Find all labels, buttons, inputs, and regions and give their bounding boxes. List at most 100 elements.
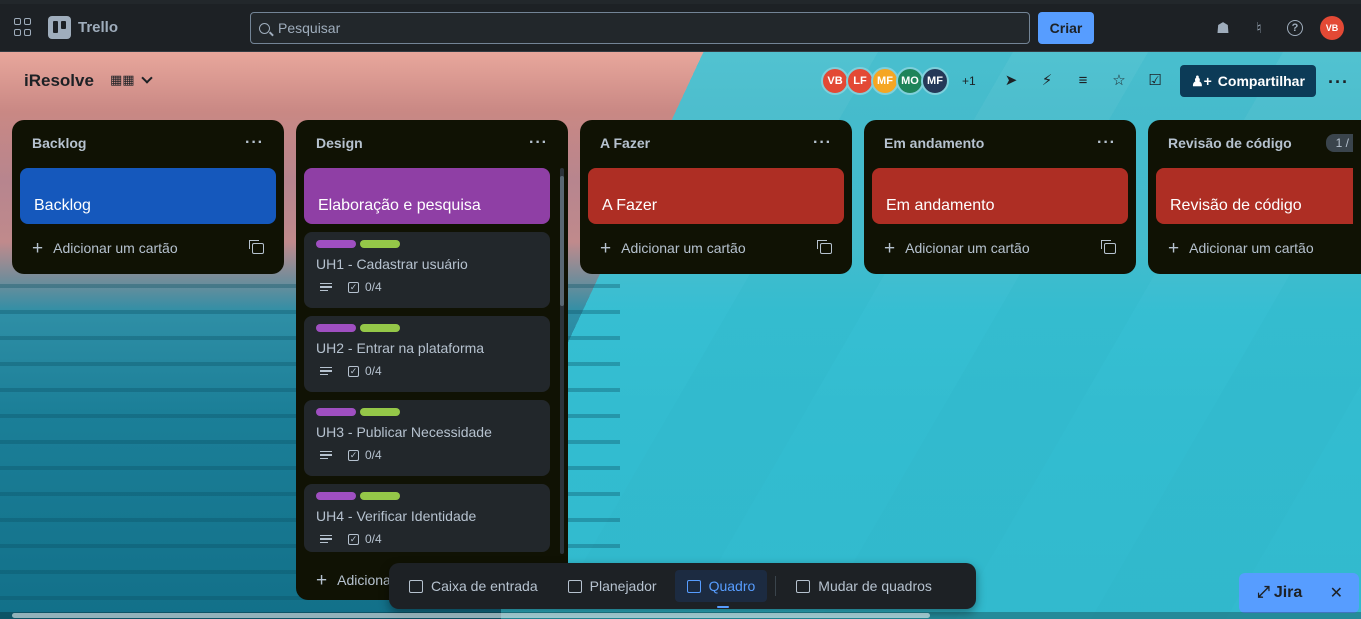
task-card[interactable]: UH3 - Publicar Necessidade ✓ 0/4 (304, 400, 550, 476)
board-header: iResolve ▦▦ VB LF MF MO MF +1 ➤ ⚡ ≡ ☆ ☑ … (0, 52, 1361, 108)
share-label: Compartilhar (1217, 73, 1305, 89)
member-avatar[interactable]: MF (921, 67, 949, 95)
checklist-icon: ✓ (348, 281, 359, 293)
board-members: VB LF MF MO MF (821, 67, 949, 95)
checklist-badge: ✓ 0/4 (348, 448, 382, 462)
label-purple[interactable] (316, 492, 356, 500)
filter-icon[interactable]: ≡ (1072, 69, 1094, 91)
plus-icon: + (32, 237, 44, 259)
board-tab[interactable]: Quadro (674, 570, 768, 608)
label-green[interactable] (360, 240, 400, 248)
close-icon[interactable]: ✕ (1330, 583, 1343, 603)
member-avatar[interactable]: MF (871, 67, 899, 95)
list-title[interactable]: Backlog (32, 135, 86, 151)
inbox-tab[interactable]: Caixa de entrada (397, 570, 550, 602)
board-view-switcher[interactable]: ▦▦ (110, 72, 153, 88)
add-card-row[interactable]: + Adicionar um cartão (872, 230, 1128, 266)
card-title: UH2 - Entrar na plataforma (316, 340, 485, 356)
inbox-icon (409, 579, 423, 593)
bell-icon[interactable]: ♮ (1248, 17, 1270, 39)
trello-logo-text: Trello (78, 19, 119, 36)
help-icon[interactable]: ? (1284, 17, 1306, 39)
megaphone-icon[interactable]: ☗ (1212, 17, 1234, 39)
more-members-count[interactable]: +1 (962, 74, 976, 88)
label-purple[interactable] (316, 324, 356, 332)
automation-icon[interactable]: ⚡ (1036, 69, 1058, 91)
list-menu-icon[interactable]: ··· (813, 134, 832, 152)
card-template-icon[interactable] (817, 239, 832, 254)
search-icon (259, 22, 270, 34)
search-input[interactable] (278, 20, 978, 36)
add-card-label: Adicionar um cartão (621, 240, 746, 256)
member-avatar[interactable]: MO (896, 67, 924, 95)
plus-icon: + (884, 237, 896, 259)
description-icon (320, 450, 332, 460)
add-card-row[interactable]: + Adicionar um cartão (1156, 230, 1353, 266)
label-green[interactable] (360, 408, 400, 416)
list-design: Design ··· Elaboração e pesquisa UH1 - C… (296, 120, 568, 600)
switch-boards-icon (796, 579, 811, 593)
label-purple[interactable] (316, 240, 356, 248)
label-green[interactable] (360, 492, 400, 500)
share-button[interactable]: ♟+ Compartilhar (1180, 65, 1316, 97)
task-card[interactable]: UH2 - Entrar na plataforma ✓ 0/4 (304, 316, 550, 392)
task-card[interactable]: UH4 - Verificar Identidade ✓ 0/4 (304, 484, 550, 552)
user-avatar[interactable]: VB (1320, 16, 1344, 40)
card-limit-badge: 1 / (1325, 134, 1353, 152)
description-icon (320, 366, 332, 376)
power-ups-icon[interactable]: ➤ (1000, 69, 1022, 91)
add-card-label: Adicionar um cartão (53, 240, 178, 256)
list-em-andamento: Em andamento ··· Em andamento + Adicionar… (864, 120, 1136, 274)
trello-logo-icon (48, 16, 71, 39)
planner-tab[interactable]: Planejador (556, 570, 669, 602)
card-template-icon[interactable] (249, 239, 264, 254)
member-avatar[interactable]: LF (846, 67, 874, 95)
card-title: UH3 - Publicar Necessidade (316, 424, 492, 440)
list-title[interactable]: Design (316, 135, 363, 151)
cover-card[interactable]: Elaboração e pesquisa (304, 168, 550, 224)
search-box[interactable] (250, 12, 1030, 44)
cover-card[interactable]: Revisão de código (1156, 168, 1353, 224)
card-title: UH4 - Verificar Identidade (316, 508, 477, 524)
card-title: UH1 - Cadastrar usuário (316, 256, 468, 272)
task-card[interactable]: UH1 - Cadastrar usuário ✓ 0/4 (304, 232, 550, 308)
list-revisao-de-codigo: Revisão de código 1 / Revisão de código … (1148, 120, 1361, 274)
lock-icon[interactable]: ☑ (1144, 69, 1166, 91)
checklist-icon: ✓ (348, 449, 359, 461)
add-card-row[interactable]: + Adicionar um cartão (588, 230, 844, 266)
plus-icon: + (1168, 237, 1180, 259)
list-menu-icon[interactable]: ··· (1097, 134, 1116, 152)
list-title[interactable]: Revisão de código (1168, 135, 1292, 151)
list-menu-icon[interactable]: ··· (529, 134, 548, 152)
board-horizontal-scrollbar-thumb[interactable] (12, 613, 930, 618)
card-template-icon[interactable] (1101, 239, 1116, 254)
checklist-badge: ✓ 0/4 (348, 280, 382, 294)
cover-card[interactable]: A Fazer (588, 168, 844, 224)
board-title[interactable]: iResolve (24, 71, 94, 91)
bottom-navigation: Caixa de entrada Planejador Quadro Mudar… (389, 563, 976, 609)
description-icon (320, 534, 332, 544)
list-title[interactable]: Em andamento (884, 135, 984, 151)
list-scrollbar-thumb[interactable] (560, 176, 564, 306)
create-button[interactable]: Criar (1038, 12, 1094, 44)
label-green[interactable] (360, 324, 400, 332)
app-switcher-icon[interactable] (14, 18, 32, 36)
switch-boards-tab[interactable]: Mudar de quadros (784, 570, 944, 602)
add-card-row[interactable]: + Adicionar um cartão (20, 230, 276, 266)
star-icon[interactable]: ☆ (1108, 69, 1130, 91)
list-title[interactable]: A Fazer (600, 135, 650, 151)
board-menu-icon[interactable]: ··· (1328, 72, 1349, 93)
jira-icon: ⤢ (1257, 584, 1270, 601)
member-avatar[interactable]: VB (821, 67, 849, 95)
jira-promo[interactable]: ⤢ Jira ✕ (1239, 573, 1359, 613)
cover-card[interactable]: Em andamento (872, 168, 1128, 224)
cover-card[interactable]: Backlog (20, 168, 276, 224)
board-icon (686, 579, 701, 593)
checklist-icon: ✓ (348, 365, 359, 377)
label-purple[interactable] (316, 408, 356, 416)
list-menu-icon[interactable]: ··· (245, 134, 264, 152)
trello-logo[interactable]: Trello (48, 16, 118, 39)
list-backlog: Backlog ··· Backlog + Adicionar um cartão (12, 120, 284, 274)
top-navigation-bar: Trello Criar ☗ ♮ ? VB (0, 0, 1361, 52)
add-card-label: Adicionar um cartão (1189, 240, 1314, 256)
